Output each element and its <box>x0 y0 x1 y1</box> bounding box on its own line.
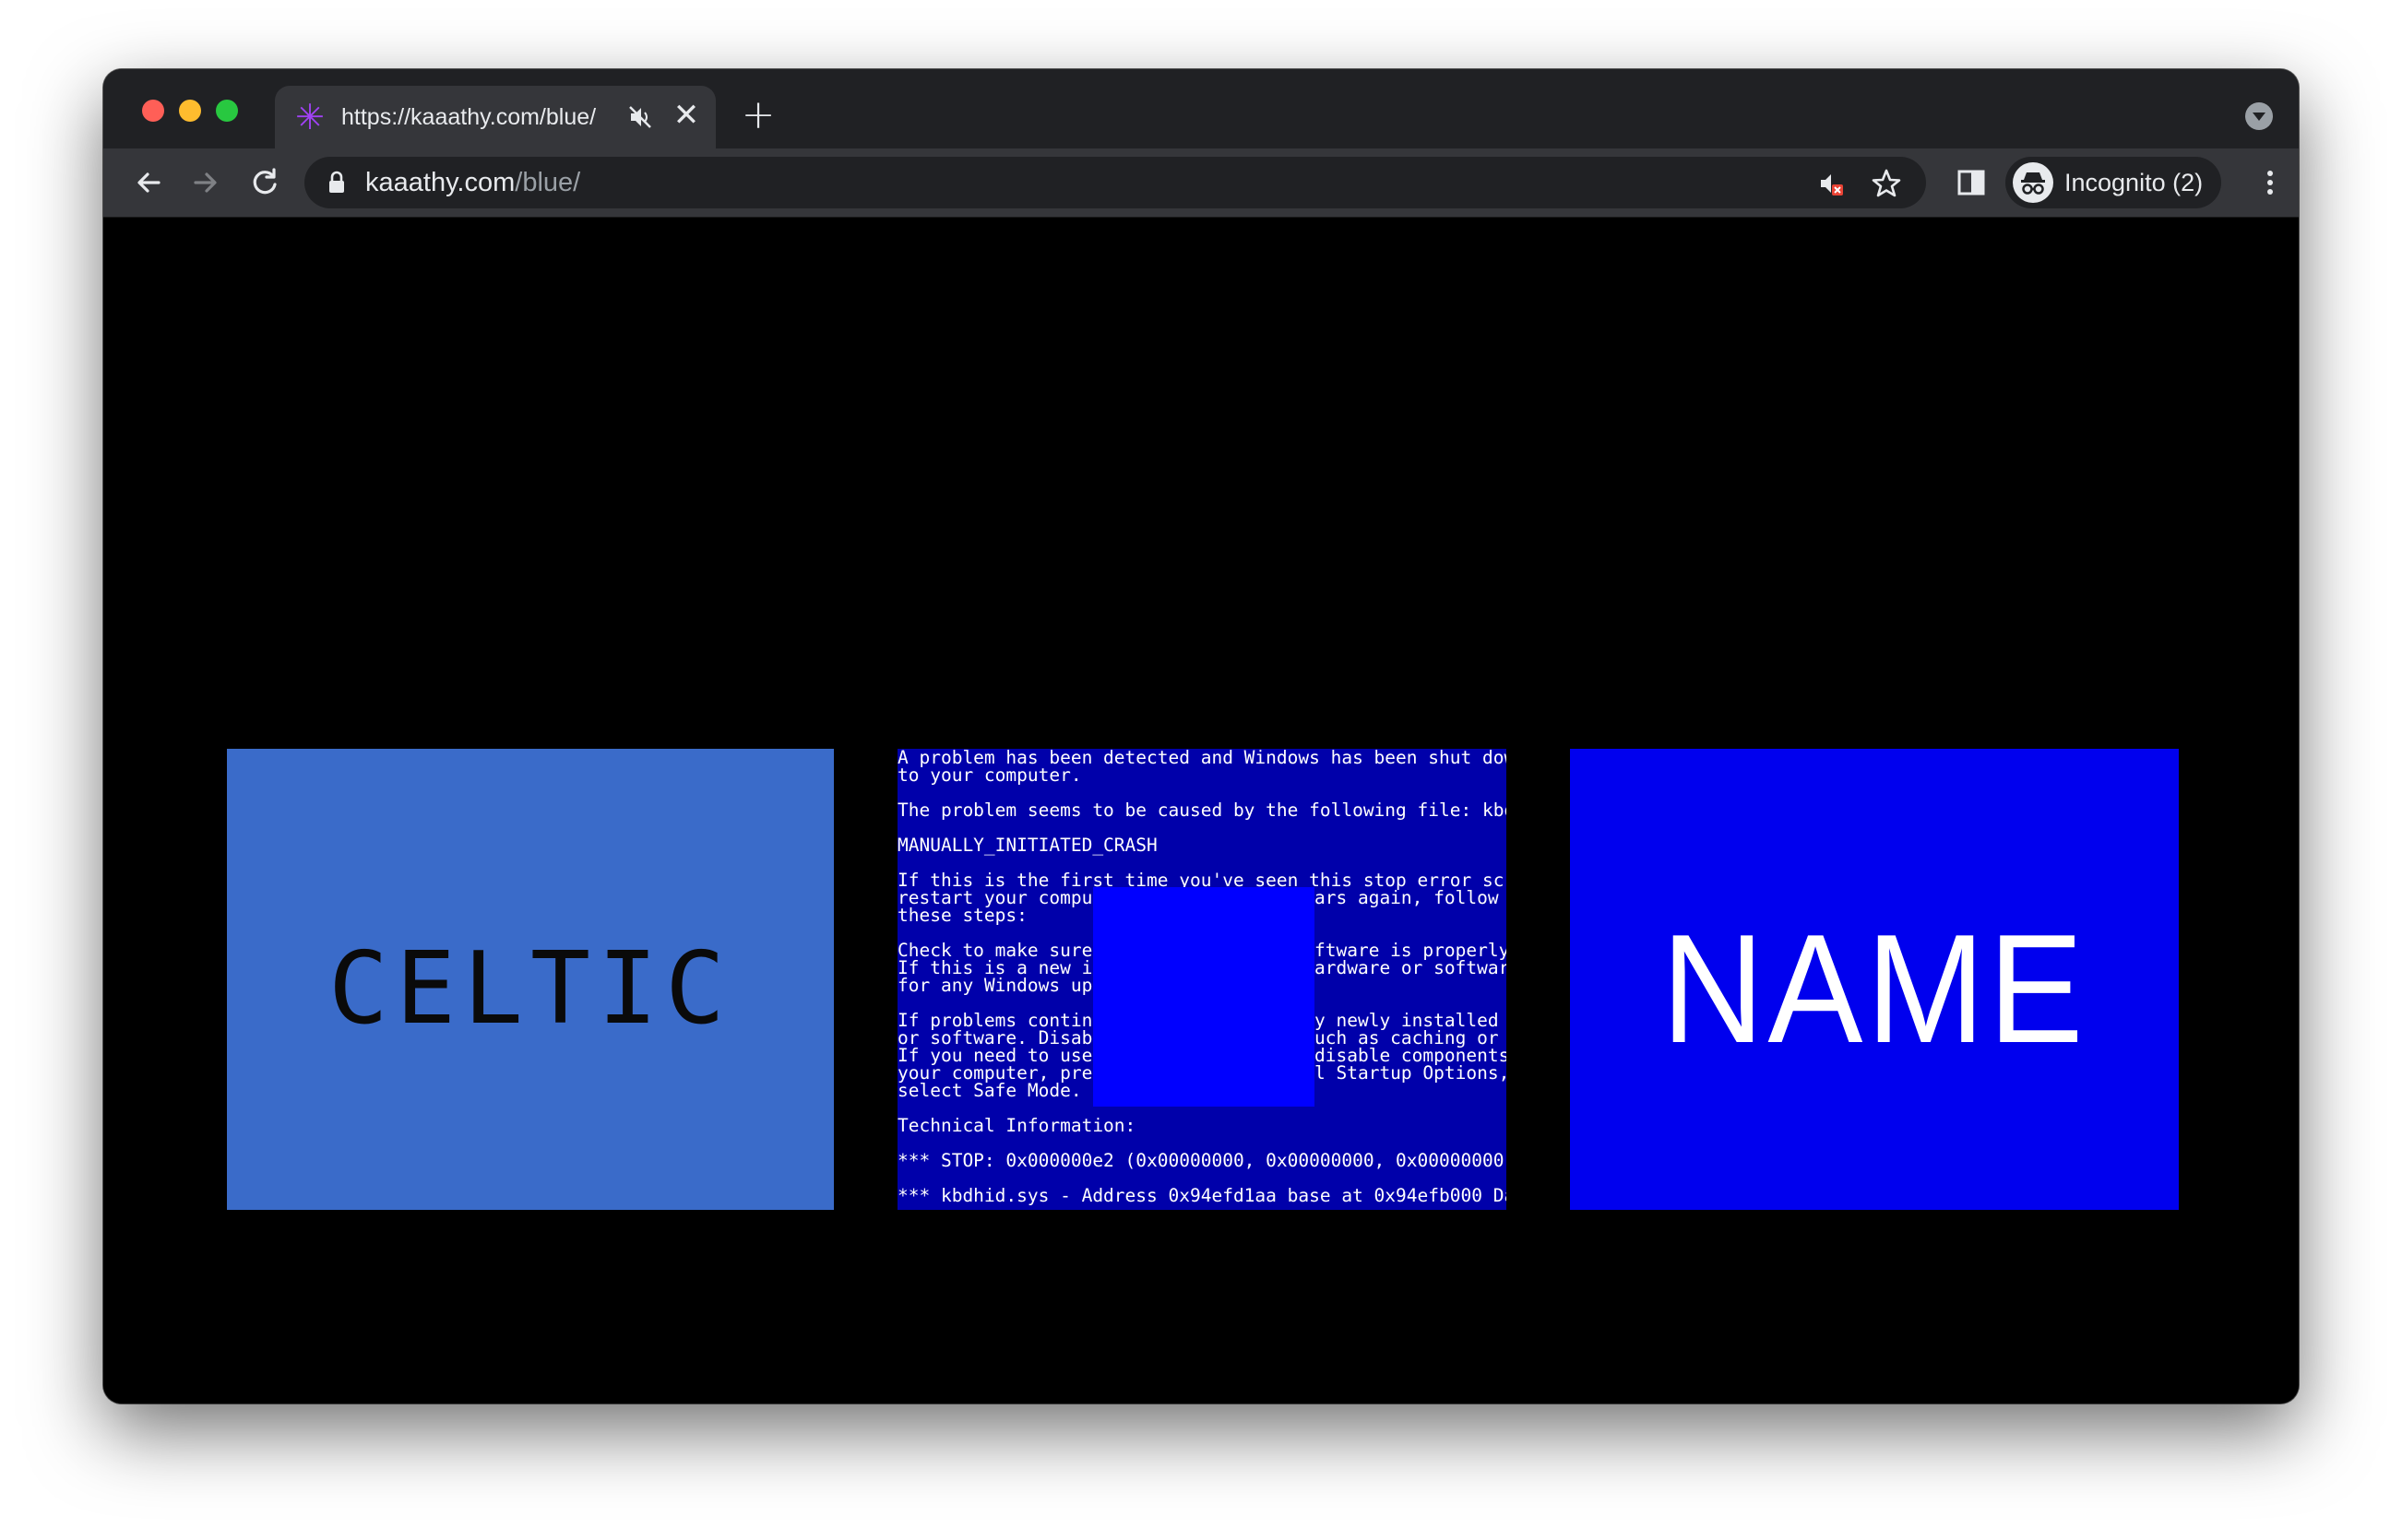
bsod-line: these steps: <box>898 905 1028 926</box>
bsod-line: select Safe Mode. <box>898 1080 1082 1101</box>
side-panel-icon[interactable] <box>1954 165 1989 200</box>
bsod-line: l Startup Options, a <box>1314 1062 1506 1084</box>
more-menu-icon[interactable] <box>2253 165 2288 200</box>
bsod-line: to your computer. <box>898 764 1082 786</box>
celtic-text: CELTIC <box>327 930 733 1047</box>
lock-icon[interactable] <box>327 171 347 195</box>
bsod-line: ardware or software <box>1314 957 1506 978</box>
sound-blocked-icon[interactable] <box>1817 170 1845 197</box>
tab-active[interactable]: ✳ https://kaaathy.com/blue/ ✕ <box>275 86 716 148</box>
maximize-window-button[interactable] <box>216 100 238 122</box>
bsod-panel: A problem has been detected and Windows … <box>898 749 1506 1210</box>
forward-button[interactable] <box>186 163 225 202</box>
bsod-line: MANUALLY_INITIATED_CRASH <box>898 835 1158 856</box>
close-tab-icon[interactable]: ✕ <box>670 99 703 132</box>
bsod-line: for any Windows upda <box>898 975 1114 996</box>
page-content: CELTIC A problem has been detected and W… <box>103 218 2299 1404</box>
bsod-line: Technical Information: <box>898 1115 1136 1136</box>
url-text: kaaathy.com/blue/ <box>365 168 580 197</box>
close-window-button[interactable] <box>142 100 164 122</box>
bsod-line: ars again, follow <box>1314 887 1499 908</box>
url-path: /blue/ <box>515 168 581 197</box>
reload-button[interactable] <box>245 163 284 202</box>
toolbar: kaaathy.com/blue/ Incognito (2) <box>103 148 2299 218</box>
address-bar[interactable]: kaaathy.com/blue/ <box>304 157 1926 208</box>
profile-label: Incognito (2) <box>2064 169 2204 196</box>
back-button[interactable] <box>129 163 168 202</box>
incognito-icon <box>2013 162 2053 203</box>
incognito-profile-button[interactable]: Incognito (2) <box>2005 157 2221 208</box>
bookmark-star-icon[interactable] <box>1871 168 1902 199</box>
tab-strip: ✳ https://kaaathy.com/blue/ ✕ + <box>103 69 2299 148</box>
browser-window: ✳ https://kaaathy.com/blue/ ✕ + kaaathy.… <box>103 69 2299 1404</box>
blue-overlay-square <box>1093 887 1314 1107</box>
bsod-line: *** kbdhid.sys - Address 0x94efd1aa base… <box>898 1185 1506 1206</box>
celtic-panel: CELTIC <box>227 749 834 1210</box>
tab-title: https://kaaathy.com/blue/ <box>341 104 597 130</box>
bsod-line: The problem seems to be caused by the fo… <box>898 800 1506 821</box>
minimize-window-button[interactable] <box>179 100 201 122</box>
name-panel: NAME <box>1570 749 2179 1210</box>
asterisk-icon: ✳ <box>295 97 325 137</box>
new-tab-button[interactable]: + <box>740 95 777 136</box>
bsod-line: *** STOP: 0x000000e2 (0x00000000, 0x0000… <box>898 1150 1506 1171</box>
tab-search-button[interactable] <box>2245 102 2273 130</box>
url-host: kaaathy.com <box>365 168 516 197</box>
tab-muted-icon[interactable] <box>625 102 655 132</box>
name-text: NAME <box>1661 901 2087 1075</box>
